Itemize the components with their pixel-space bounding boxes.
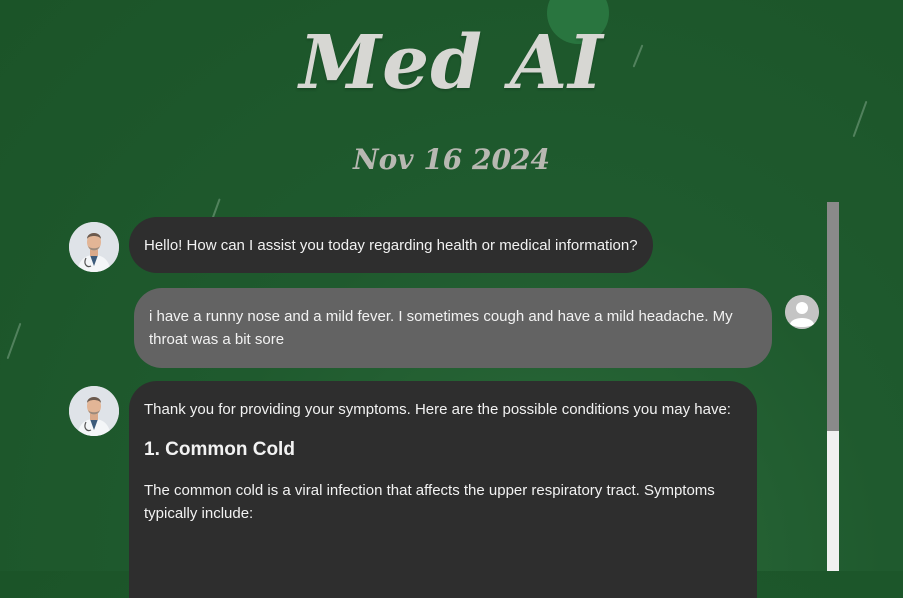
- message-intro: Thank you for providing your symptoms. H…: [144, 401, 731, 418]
- bot-message-bubble: Thank you for providing your symptoms. H…: [129, 381, 757, 598]
- chat-area[interactable]: Hello! How can I assist you today regard…: [0, 200, 903, 598]
- background-streak: [852, 100, 868, 138]
- message-text: Hello! How can I assist you today regard…: [144, 236, 638, 254]
- user-avatar-icon: [785, 295, 819, 329]
- doctor-avatar: [69, 386, 119, 436]
- app-title: Med AI: [299, 20, 604, 106]
- bot-message-bubble: Hello! How can I assist you today regard…: [129, 217, 653, 273]
- message-text: i have a runny nose and a mild fever. I …: [149, 308, 733, 348]
- message-body: The common cold is a viral infection tha…: [144, 482, 715, 522]
- user-message-bubble: i have a runny nose and a mild fever. I …: [134, 288, 772, 368]
- chat-scrollbar[interactable]: [827, 202, 839, 571]
- chat-date: Nov 16 2024: [353, 143, 550, 176]
- scrollbar-thumb[interactable]: [827, 202, 839, 431]
- doctor-avatar: [69, 222, 119, 272]
- condition-heading: 1. Common Cold: [144, 439, 295, 460]
